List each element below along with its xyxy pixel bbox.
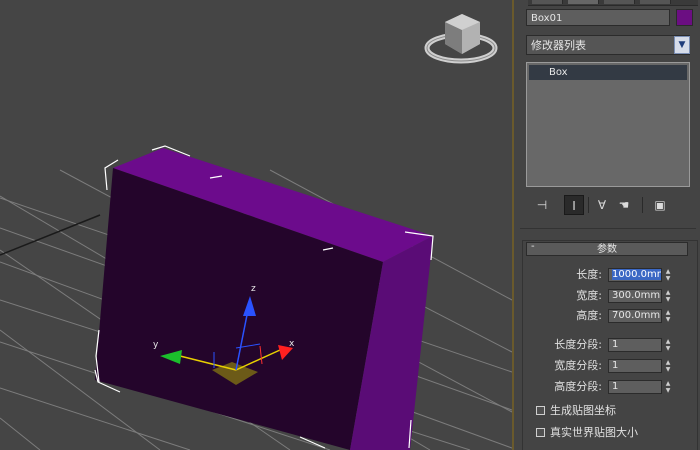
configure-sets-icon[interactable]: ▣: [650, 195, 670, 215]
command-panel-tabs: [528, 0, 698, 6]
real-world-checkbox[interactable]: [536, 428, 545, 437]
make-unique-icon[interactable]: ∀: [592, 195, 612, 215]
command-panel: Box01 修改器列表 ▼ Box ⊣ Ⅰ ∀ ☚ ▣ - 参数 长度: 100…: [512, 0, 700, 450]
width-segs-spinner[interactable]: ▲ ▼: [664, 359, 672, 373]
gizmo-axis-z-label: z: [251, 284, 256, 294]
grid-axis-line: [0, 214, 101, 256]
gizmo-axis-y-label: y: [153, 340, 159, 350]
length-input[interactable]: 1000.0mm: [608, 268, 662, 282]
tab-motion[interactable]: [640, 0, 671, 4]
chevron-down-icon[interactable]: ▼: [674, 36, 690, 54]
length-label: 长度:: [576, 268, 602, 281]
show-end-result-icon[interactable]: Ⅰ: [564, 195, 584, 215]
perspective-viewport[interactable]: y x z: [0, 0, 512, 450]
height-spinner[interactable]: ▲ ▼: [664, 309, 672, 323]
rollout-header[interactable]: - 参数: [526, 241, 688, 256]
width-segs-input[interactable]: 1: [608, 359, 662, 373]
viewcube-icon[interactable]: [424, 14, 498, 64]
length-segs-label: 长度分段:: [554, 338, 602, 351]
length-segs-spinner[interactable]: ▲ ▼: [664, 338, 672, 352]
stack-toolbar: ⊣ Ⅰ ∀ ☚ ▣: [526, 193, 694, 217]
height-segs-spinner[interactable]: ▲ ▼: [664, 380, 672, 394]
stack-item-box[interactable]: Box: [529, 65, 687, 80]
height-segs-label: 高度分段:: [554, 380, 602, 393]
height-label: 高度:: [576, 309, 602, 322]
height-input[interactable]: 700.0mm: [608, 309, 662, 323]
gen-mapping-label: 生成贴图坐标: [550, 404, 616, 417]
object-color-swatch[interactable]: [676, 9, 693, 26]
width-segs-label: 宽度分段:: [554, 359, 602, 372]
width-label: 宽度:: [576, 289, 602, 302]
length-spinner[interactable]: ▲ ▼: [664, 268, 672, 282]
tab-modify[interactable]: [568, 0, 599, 4]
box-object[interactable]: y x z: [94, 145, 434, 450]
length-segs-input[interactable]: 1: [608, 338, 662, 352]
gizmo-axis-x-label: x: [289, 339, 295, 349]
viewport-canvas[interactable]: y x z: [0, 0, 512, 450]
modifier-stack[interactable]: Box: [526, 62, 690, 187]
width-spinner[interactable]: ▲ ▼: [664, 289, 672, 303]
real-world-label: 真实世界贴图大小: [550, 426, 638, 439]
height-segs-input[interactable]: 1: [608, 380, 662, 394]
tab-create[interactable]: [532, 0, 563, 4]
tab-hierarchy[interactable]: [604, 0, 635, 4]
width-input[interactable]: 300.0mm: [608, 289, 662, 303]
modifier-list-dropdown[interactable]: 修改器列表: [526, 35, 690, 55]
app-root: y x z Box01 修改器列表 ▼ Box ⊣ Ⅰ ∀ ☚ ▣ - 参数 长…: [0, 0, 700, 450]
remove-modifier-icon[interactable]: ☚: [614, 195, 634, 215]
divider: [520, 228, 696, 229]
pin-icon[interactable]: ⊣: [532, 195, 552, 215]
rollout-title: 参数: [597, 244, 617, 255]
object-name-field[interactable]: Box01: [526, 9, 670, 26]
gen-mapping-checkbox[interactable]: [536, 406, 545, 415]
